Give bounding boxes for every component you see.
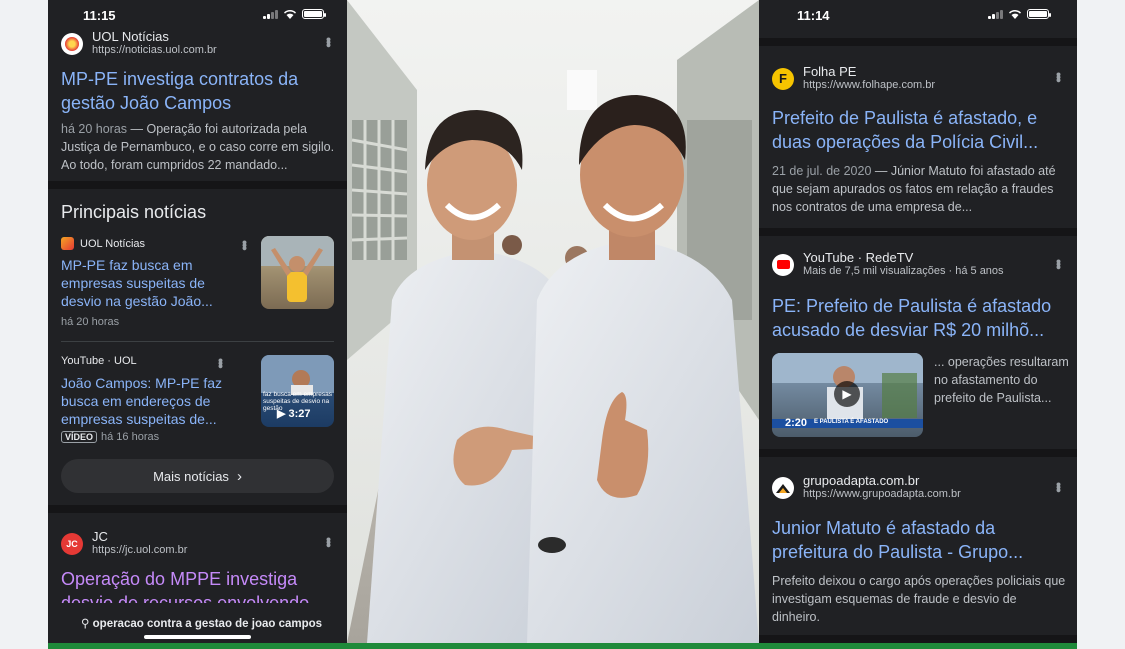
result-source-row[interactable]: UOL Notícias https://noticias.uol.com.br	[61, 30, 217, 57]
result-url: https://jc.uol.com.br	[92, 544, 188, 556]
divider	[759, 449, 1077, 457]
news-source-name: YouTube · UOL	[61, 355, 137, 367]
more-options-icon[interactable]: •••	[1051, 72, 1067, 81]
result-source-name: Folha PE	[803, 64, 857, 79]
uol-favicon-icon	[61, 237, 74, 250]
divider	[61, 341, 334, 342]
news-source: UOL Notícias	[61, 237, 145, 250]
result-source-name: JC	[92, 529, 108, 544]
news-time: há 20 horas	[61, 316, 120, 328]
status-icons	[988, 9, 1051, 19]
result-snippet: Prefeito deixou o cargo após operações p…	[772, 574, 1066, 624]
result-date: há 20 horas	[61, 122, 128, 136]
home-indicator[interactable]	[144, 635, 251, 639]
more-options-icon[interactable]: •••	[321, 37, 337, 46]
more-options-icon[interactable]: •••	[213, 358, 229, 367]
more-news-button[interactable]: Mais notícias ›	[61, 459, 334, 493]
more-options-icon[interactable]: •••	[1051, 259, 1067, 268]
divider	[759, 38, 1077, 46]
divider	[48, 181, 347, 189]
battery-icon	[302, 9, 326, 19]
youtube-favicon-icon	[772, 253, 794, 276]
status-time: 11:14	[797, 8, 830, 23]
news-time: há 16 horas	[101, 431, 160, 443]
result-title[interactable]: MP-PE investiga contratos da gestão João…	[61, 67, 337, 115]
signal-icon	[988, 10, 1003, 19]
news-source: YouTube · UOL	[61, 355, 137, 367]
news-thumbnail[interactable]	[261, 236, 334, 309]
divider	[48, 505, 347, 513]
more-options-icon[interactable]: •••	[1051, 482, 1067, 491]
photo-two-men	[347, 0, 759, 643]
search-query[interactable]: ⚲ operacao contra a gestao de joao campo…	[81, 616, 322, 630]
result-source-name: YouTube · RedeTV	[803, 250, 914, 265]
video-duration-text: 3:27	[288, 408, 311, 420]
result-source-name: UOL Notícias	[92, 29, 169, 44]
result-source-row[interactable]: YouTube · RedeTV Mais de 7,5 mil visuali…	[772, 251, 1004, 278]
center-photo	[347, 0, 759, 643]
folhape-favicon-icon: F	[772, 67, 794, 90]
result-snippet: 21 de jul. de 2020 — Júnior Matuto foi a…	[772, 162, 1067, 216]
result-url: https://www.grupoadapta.com.br	[803, 488, 961, 500]
wifi-icon	[283, 9, 297, 19]
result-source-row[interactable]: JC JC https://jc.uol.com.br	[61, 530, 187, 557]
status-icons	[263, 9, 326, 19]
result-url: https://noticias.uol.com.br	[92, 44, 217, 56]
result-title[interactable]: PE: Prefeito de Paulista é afastado acus…	[772, 294, 1067, 342]
grupoadapta-favicon-icon	[772, 476, 794, 499]
video-badge: VÍDEO	[61, 431, 98, 443]
right-phone-screen: 11:14 F Folha PE https://www.folhape.com…	[759, 0, 1077, 643]
news-meta: VÍDEO há 16 horas	[61, 431, 159, 443]
result-title[interactable]: Prefeito de Paulista é afastado, e duas …	[772, 106, 1067, 154]
result-snippet: há 20 horas — Operação foi autorizada pe…	[61, 120, 337, 174]
result-source-row[interactable]: F Folha PE https://www.folhape.com.br	[772, 65, 935, 92]
uol-favicon-icon	[61, 32, 83, 55]
bottom-accent-bar	[48, 643, 1077, 649]
news-title[interactable]: MP-PE faz busca em empresas suspeitas de…	[61, 256, 236, 310]
left-phone-screen: 11:15 UOL Notícias https://noticias.uol.…	[48, 0, 347, 643]
signal-icon	[263, 10, 278, 19]
divider	[759, 635, 1077, 643]
video-caption: E PAULISTA É AFASTADO	[814, 419, 889, 425]
battery-icon	[1027, 9, 1051, 19]
status-time: 11:15	[83, 8, 116, 23]
result-url: https://www.folhape.com.br	[803, 79, 936, 91]
result-snippet: ... operações resultaram no afastamento …	[934, 355, 1069, 405]
thumbnail-image	[261, 236, 334, 302]
video-duration: 2:20	[785, 417, 808, 429]
video-thumbnail[interactable]: faz busca em empresas suspeitas de desvi…	[261, 355, 334, 427]
news-title[interactable]: João Campos: MP-PE faz busca em endereço…	[61, 374, 241, 428]
video-duration: ▶ 3:27	[277, 408, 311, 420]
more-options-icon[interactable]: •••	[321, 537, 337, 546]
result-date: 21 de jul. de 2020	[772, 164, 872, 178]
composite-image: 11:15 UOL Notícias https://noticias.uol.…	[0, 0, 1125, 649]
result-title[interactable]: Junior Matuto é afastado da prefeitura d…	[772, 516, 1067, 564]
chevron-right-icon: ›	[236, 467, 242, 485]
result-source-row[interactable]: grupoadapta.com.br https://www.grupoadap…	[772, 474, 961, 501]
play-icon[interactable]: ▶	[834, 381, 860, 407]
more-options-icon[interactable]: •••	[237, 240, 253, 249]
more-news-label: Mais notícias	[153, 468, 229, 484]
jc-favicon-icon: JC	[61, 532, 83, 555]
top-stories-heading: Principais notícias	[61, 202, 207, 222]
search-icon: ⚲	[81, 618, 90, 630]
wifi-icon	[1008, 9, 1022, 19]
search-query-text: operacao contra a gestao de joao campos	[92, 618, 323, 630]
news-source-name: UOL Notícias	[80, 237, 146, 250]
divider	[759, 228, 1077, 236]
result-meta: Mais de 7,5 mil visualizações · há 5 ano…	[803, 265, 1004, 277]
video-thumbnail[interactable]: E PAULISTA É AFASTADO ▶ 2:20	[772, 353, 923, 437]
result-source-name: grupoadapta.com.br	[803, 473, 920, 488]
